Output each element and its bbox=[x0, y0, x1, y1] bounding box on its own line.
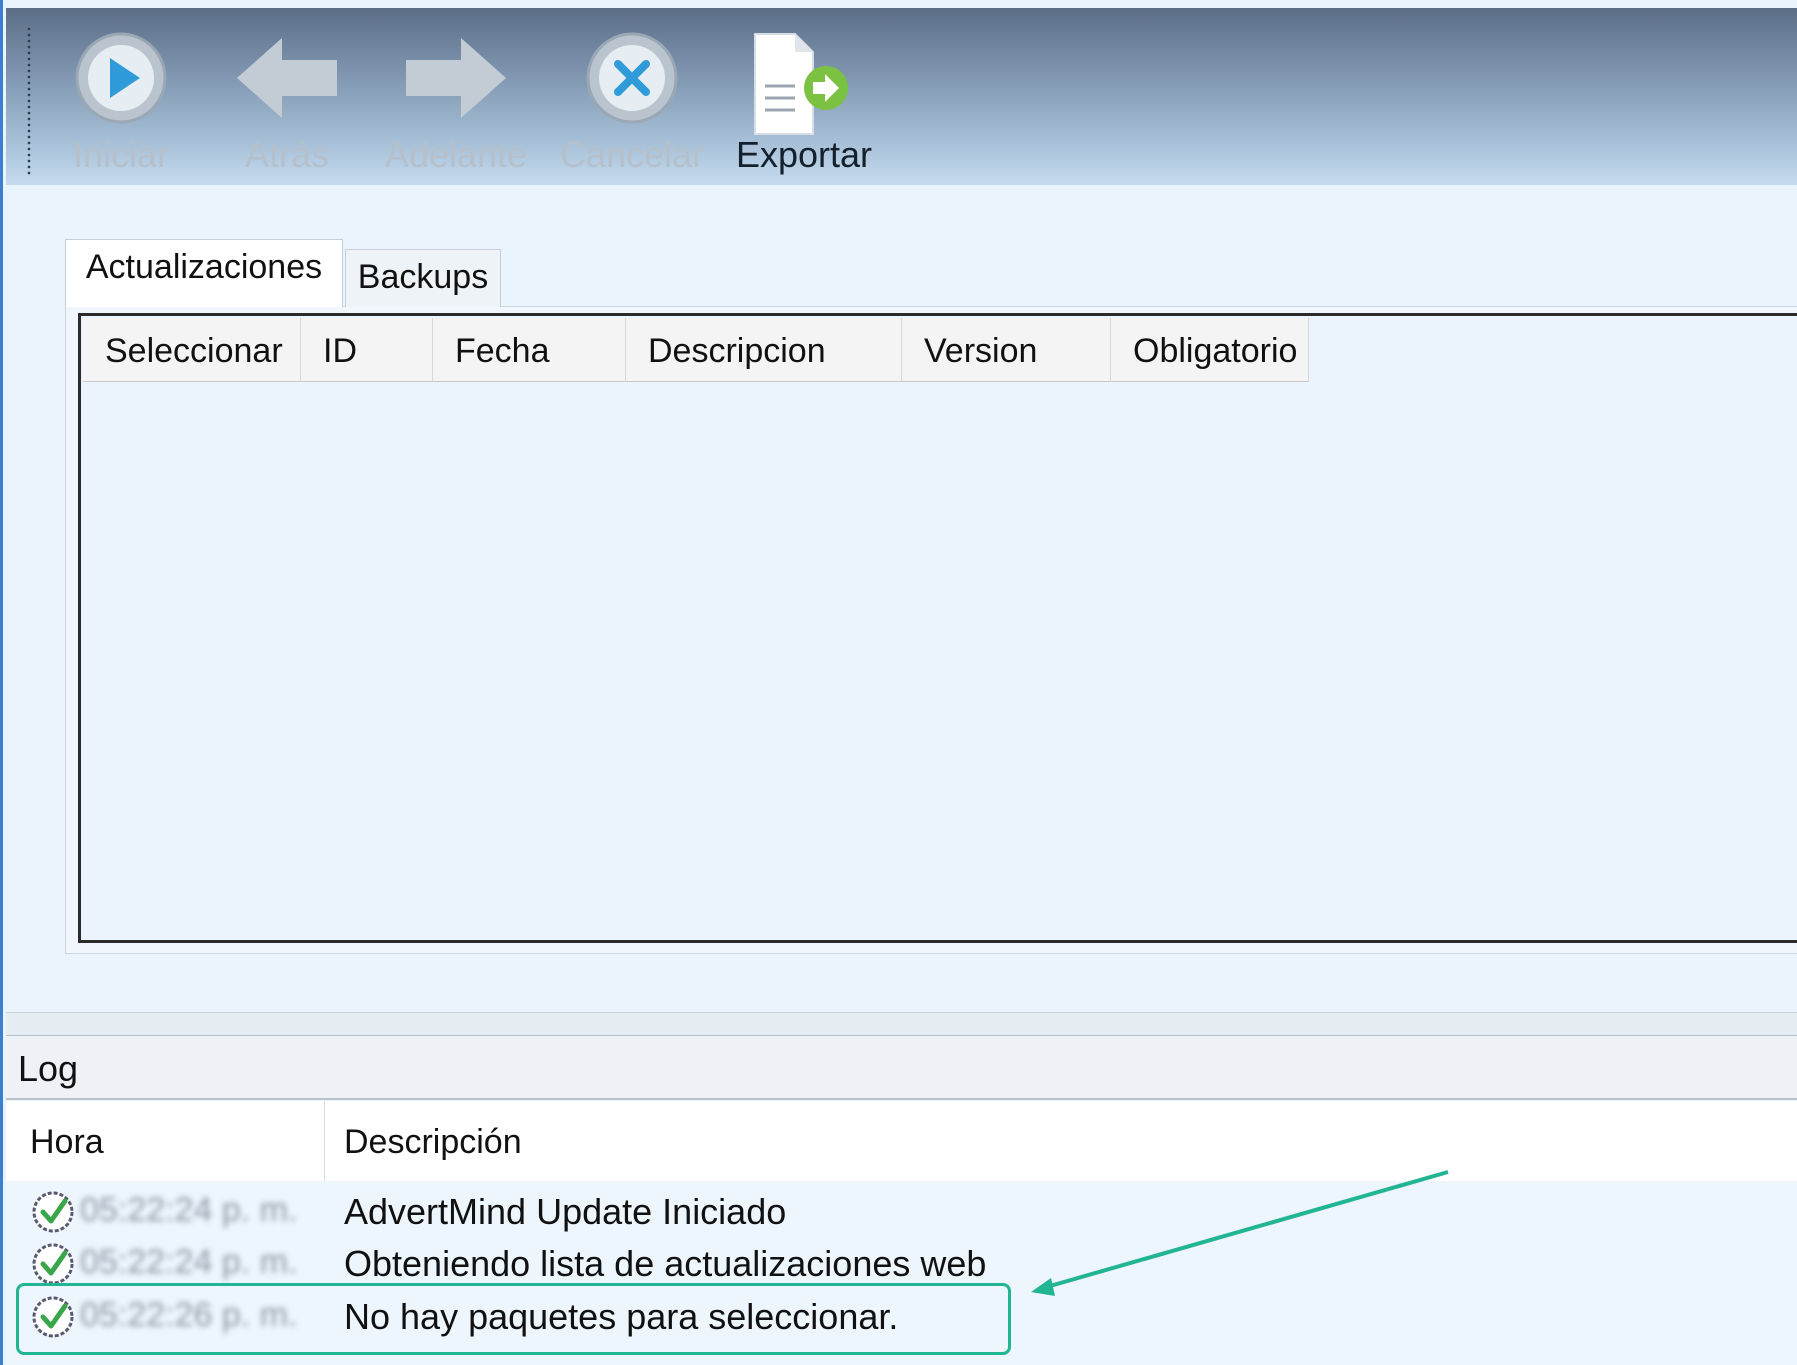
cancel-circle-icon bbox=[557, 26, 707, 136]
log-entry-time: 05:22:24 p. m. bbox=[80, 1243, 298, 1281]
log-list-header: Hora Descripción bbox=[6, 1101, 1797, 1181]
export-document-icon bbox=[729, 26, 879, 136]
column-header-id[interactable]: ID bbox=[301, 318, 433, 382]
splitter[interactable] bbox=[6, 1012, 1797, 1037]
back-button[interactable]: Atrás bbox=[212, 8, 362, 185]
log-entry[interactable]: 05:22:24 p. m. AdvertMind Update Iniciad… bbox=[6, 1185, 1797, 1237]
log-entry-time: 05:22:24 p. m. bbox=[80, 1191, 298, 1229]
highlight-box-annotation bbox=[16, 1283, 1011, 1355]
success-check-icon bbox=[32, 1243, 74, 1285]
grid-header: Seleccionar ID Fecha Descripcion Version… bbox=[83, 318, 1309, 382]
log-entry[interactable]: 05:22:24 p. m. Obteniendo lista de actua… bbox=[6, 1237, 1797, 1289]
export-button[interactable]: Exportar bbox=[729, 8, 879, 185]
column-header-fecha[interactable]: Fecha bbox=[433, 318, 626, 382]
cancel-button-label: Cancelar bbox=[559, 134, 705, 175]
column-header-seleccionar[interactable]: Seleccionar bbox=[83, 318, 301, 382]
toolbar: Iniciar Atrás Adelante Cancelar Exportar bbox=[6, 8, 1797, 185]
column-header-descripcion[interactable]: Descripcion bbox=[626, 318, 902, 382]
column-header-obligatorio[interactable]: Obligatorio bbox=[1111, 318, 1309, 382]
arrow-right-icon bbox=[381, 26, 531, 136]
export-button-label: Exportar bbox=[735, 134, 873, 175]
app-window: Iniciar Atrás Adelante Cancelar Exportar… bbox=[0, 0, 1797, 1365]
success-check-icon bbox=[32, 1191, 74, 1233]
start-button-label: Iniciar bbox=[72, 134, 170, 175]
forward-button-label: Adelante bbox=[384, 134, 528, 175]
start-button[interactable]: Iniciar bbox=[46, 8, 196, 185]
arrow-left-icon bbox=[212, 26, 362, 136]
play-circle-icon bbox=[46, 26, 196, 136]
toolbar-grip-handle[interactable] bbox=[26, 26, 32, 176]
log-entry-description: Obteniendo lista de actualizaciones web bbox=[344, 1243, 987, 1284]
cancel-button[interactable]: Cancelar bbox=[557, 8, 707, 185]
tab-backups-label: Backups bbox=[357, 258, 489, 296]
log-column-separator[interactable] bbox=[324, 1101, 325, 1181]
back-button-label: Atrás bbox=[244, 134, 330, 175]
log-entry-description: AdvertMind Update Iniciado bbox=[344, 1191, 787, 1232]
log-column-header-descripcion[interactable]: Descripción bbox=[344, 1123, 522, 1162]
updates-grid[interactable]: Seleccionar ID Fecha Descripcion Version… bbox=[78, 313, 1797, 943]
forward-button[interactable]: Adelante bbox=[381, 8, 531, 185]
column-header-version[interactable]: Version bbox=[902, 318, 1111, 382]
tab-actualizaciones-label: Actualizaciones bbox=[85, 248, 323, 286]
log-column-header-hora[interactable]: Hora bbox=[30, 1123, 104, 1162]
tab-backups[interactable]: Backups bbox=[345, 249, 501, 307]
tab-actualizaciones[interactable]: Actualizaciones bbox=[65, 239, 343, 307]
log-section-title: Log bbox=[6, 1036, 1797, 1100]
